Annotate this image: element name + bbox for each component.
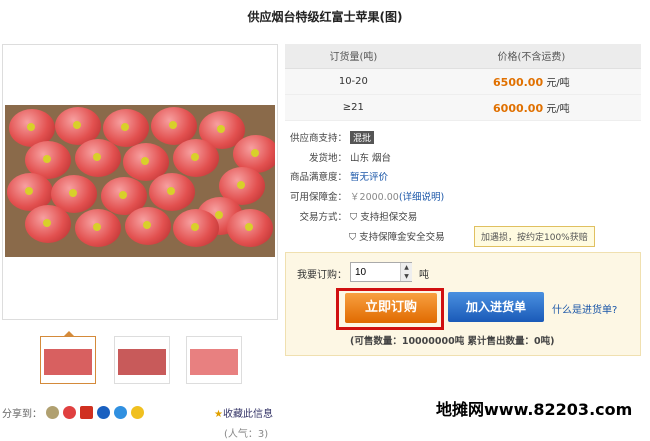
collect-link[interactable]: ★收藏此信息 (214, 405, 273, 420)
cart-help-link[interactable]: 什么是进货单? (552, 301, 617, 316)
share-bar: 分享到： (2, 405, 144, 420)
qty-label: 我要订购： (297, 270, 347, 281)
trade-method-row: 交易方式： ⛉ 支持担保交易 (299, 212, 418, 223)
thumbnail-2[interactable] (114, 336, 170, 384)
rating-link[interactable]: 暂无评价 (350, 172, 388, 183)
col-header-qty: 订货量(吨) (285, 44, 422, 69)
deposit-row: 可用保障金： ￥2000.00(详细说明) (289, 192, 445, 203)
up-arrow-icon: ▲ (404, 264, 409, 271)
price-table: 订货量(吨) 价格(不含运费) 10-20 6500.00 元/吨 ≥21 60… (285, 44, 641, 121)
thumbnail-3[interactable] (186, 336, 242, 384)
shield-icon: ⛉ (350, 212, 358, 223)
apple-photo (5, 105, 275, 257)
share-label: 分享到： (2, 409, 42, 420)
table-row: ≥21 6000.00 元/吨 (285, 94, 641, 121)
popularity-count: (人气：3) (224, 429, 269, 440)
quantity-stepper[interactable]: ▲ ▼ (400, 263, 412, 281)
thumbnail-1[interactable] (40, 331, 96, 384)
main-product-image[interactable] (2, 44, 278, 320)
col-header-price: 价格(不含运费) (421, 44, 641, 69)
weibo-icon[interactable] (63, 406, 76, 419)
apple (125, 207, 171, 245)
qq-icon[interactable] (131, 406, 144, 419)
rating-row: 商品满意度： 暂无评价 (289, 172, 389, 183)
guarantee-tooltip: 加遇损，按约定100%获赔 (474, 226, 595, 247)
apple (75, 209, 121, 247)
star-icon: ★ (214, 409, 223, 420)
ship-from-row: 发货地： 山东 烟台 (308, 153, 392, 164)
deposit-detail-link[interactable]: (详细说明) (399, 192, 444, 203)
apple (25, 205, 71, 243)
page-title: 供应烟台特级红富士苹果(图) (247, 10, 403, 24)
share-icon-4[interactable] (97, 406, 110, 419)
buy-now-button[interactable]: 立即订购 (345, 293, 437, 323)
apple (75, 139, 121, 177)
trade-method-row-2: ⛉ 支持保障金安全交易 (349, 232, 445, 243)
mixed-batch-badge: 混批 (350, 131, 375, 144)
apple (227, 209, 273, 247)
add-to-cart-button[interactable]: 加入进货单 (448, 292, 544, 322)
apple (173, 209, 219, 247)
share-icon-3[interactable] (80, 406, 93, 419)
down-arrow-icon: ▼ (404, 273, 409, 280)
sold-count: (可售数量：10000000吨 累计售出数量：0吨) (350, 336, 555, 347)
share-icon-5[interactable] (114, 406, 127, 419)
apple (149, 173, 195, 211)
table-row: 10-20 6500.00 元/吨 (285, 68, 641, 95)
supplier-support-row: 供应商支持： 混批 (285, 130, 375, 144)
site-watermark: 地摊网www.82203.com (436, 400, 633, 419)
share-icon-1[interactable] (46, 406, 59, 419)
qty-unit: 吨 (419, 270, 429, 281)
apple (173, 139, 219, 177)
shield-icon: ⛉ (349, 232, 357, 243)
